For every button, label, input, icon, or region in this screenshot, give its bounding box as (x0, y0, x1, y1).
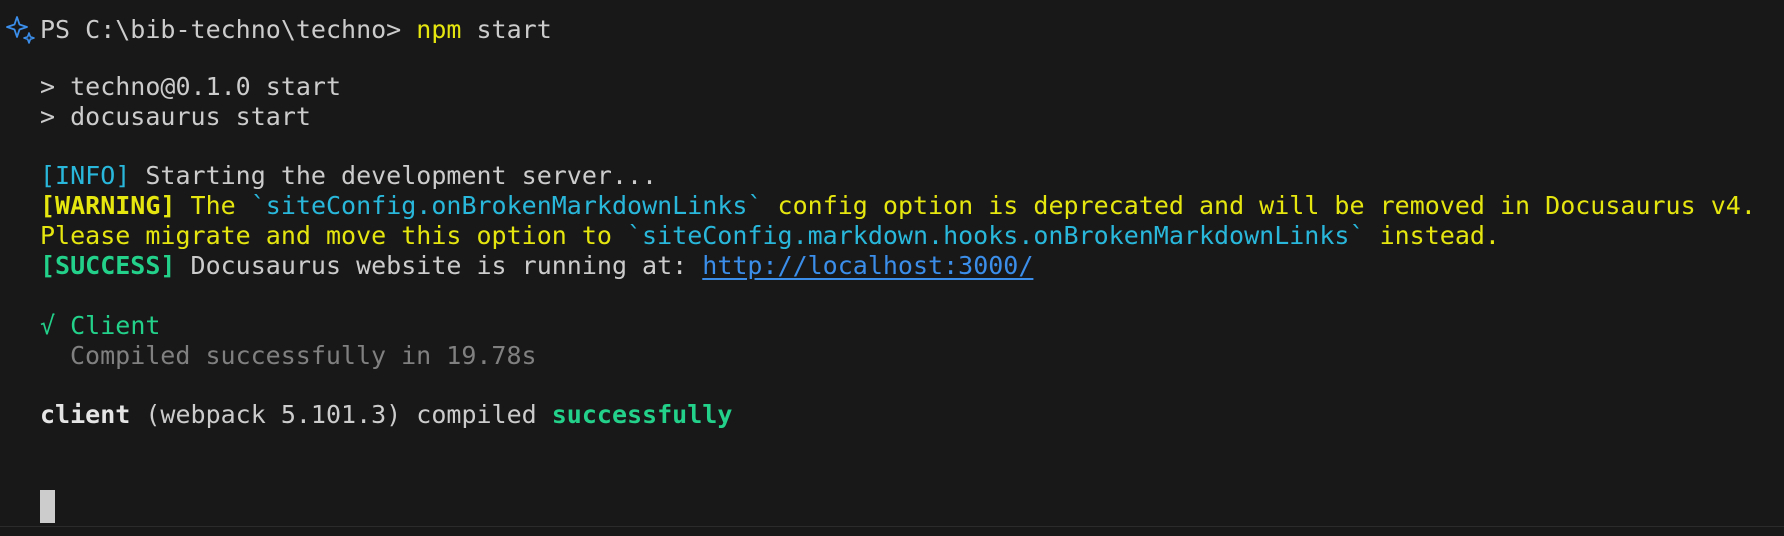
success-text: Docusaurus website is running at: (175, 251, 703, 280)
info-text: Starting the development server... (130, 161, 658, 190)
warning-tag: [WARNING] (40, 191, 176, 220)
warning-line-1: [WARNING] The `siteConfig.onBrokenMarkdo… (40, 189, 1756, 223)
localhost-link[interactable]: http://localhost:3000/ (702, 251, 1033, 280)
warning-text-3: Please migrate and move this option to (40, 221, 627, 250)
info-tag: [INFO] (40, 161, 131, 190)
summary-name: client (40, 400, 131, 429)
summary-webpack: (webpack 5.101.3) compiled (130, 400, 552, 429)
command-name: npm (416, 15, 462, 44)
success-line: [SUCCESS] Docusaurus website is running … (40, 249, 1033, 283)
script-line-2: > docusaurus start (40, 102, 311, 131)
warning-option-old: `siteConfig.onBrokenMarkdownLinks` (250, 191, 763, 220)
command-args: start (461, 15, 552, 44)
panel-divider (0, 526, 1784, 527)
text-cursor (40, 490, 55, 523)
client-status-line: √ Client (40, 309, 160, 343)
summary-line: client (webpack 5.101.3) compiled succes… (40, 398, 732, 432)
script-line-1: > techno@0.1.0 start (40, 72, 342, 101)
sparkle-icon[interactable] (6, 14, 36, 46)
terminal-panel[interactable]: PS C:\bib-techno\techno> npm start > tec… (0, 0, 1784, 526)
warning-text-1: The (175, 191, 251, 220)
warning-text-2: config option is deprecated and will be … (762, 191, 1756, 220)
prompt-path: PS C:\bib-techno\techno> (40, 15, 417, 44)
warning-option-new: `siteConfig.markdown.hooks.onBrokenMarkd… (627, 221, 1365, 250)
check-mark-icon: √ (40, 311, 56, 340)
compile-time-line: Compiled successfully in 19.78s (70, 341, 537, 370)
client-label: Client (55, 311, 161, 340)
warning-text-4: instead. (1364, 221, 1500, 250)
warning-line-2: Please migrate and move this option to `… (40, 219, 1500, 253)
info-line: [INFO] Starting the development server..… (40, 159, 657, 193)
summary-status: successfully (551, 400, 733, 429)
success-tag: [SUCCESS] (40, 251, 176, 280)
prompt-line: PS C:\bib-techno\techno> npm start (40, 13, 552, 47)
